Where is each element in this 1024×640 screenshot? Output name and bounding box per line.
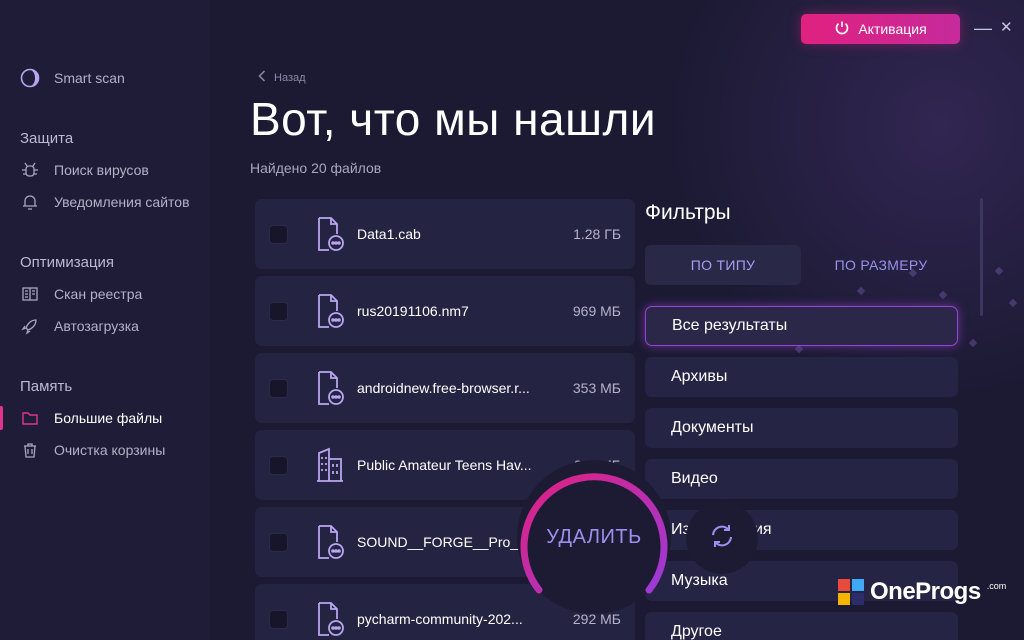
tab-by-size[interactable]: ПО РАЗМЕРУ: [803, 245, 959, 285]
trash-icon: [20, 440, 40, 460]
delete-ring: [520, 473, 668, 594]
file-row[interactable]: rus20191106.nm7 969 МБ: [255, 276, 635, 346]
file-size: 353 МБ: [572, 380, 621, 396]
sidebar-item-label: Очистка корзины: [54, 442, 166, 458]
sidebar-item-registry-scan[interactable]: Скан реестра: [20, 282, 142, 306]
section-title-protection: Защита: [20, 130, 74, 147]
page-title: Вот, что мы нашли: [250, 93, 657, 145]
filter-video[interactable]: Видео: [645, 459, 958, 499]
smart-scan-icon: [20, 68, 40, 88]
file-name: Data1.cab: [357, 226, 421, 242]
refresh-icon: [709, 523, 735, 554]
registry-icon: [20, 284, 40, 304]
chevron-left-icon: [258, 70, 266, 85]
filter-other[interactable]: Другое: [645, 612, 958, 640]
filters-scrollbar[interactable]: [980, 198, 983, 316]
file-checkbox[interactable]: [269, 609, 288, 629]
file-checkbox[interactable]: [269, 378, 288, 398]
sidebar-item-label: Уведомления сайтов: [54, 194, 190, 210]
file-icon: [313, 215, 347, 253]
section-title-optimization: Оптимизация: [20, 254, 115, 271]
sidebar-item-large-files[interactable]: Большие файлы: [20, 406, 162, 430]
minimize-button[interactable]: —: [974, 18, 992, 38]
filter-documents[interactable]: Документы: [645, 408, 958, 448]
back-button[interactable]: Назад: [258, 70, 306, 85]
power-icon: [834, 20, 850, 39]
files-found-count: Найдено 20 файлов: [250, 160, 382, 176]
activate-button[interactable]: Активация: [801, 14, 960, 44]
watermark: OneProgs .com: [838, 578, 1006, 606]
refresh-button[interactable]: [686, 502, 758, 574]
sidebar-item-label: Автозагрузка: [54, 318, 139, 334]
building-icon: [313, 446, 347, 484]
active-indicator: [0, 406, 3, 430]
file-name: rus20191106.nm7: [357, 303, 469, 319]
sidebar-item-label: Скан реестра: [54, 286, 143, 302]
sidebar-item-label: Большие файлы: [54, 410, 163, 426]
sidebar-item-site-notifications[interactable]: Уведомления сайтов: [20, 190, 190, 214]
file-icon: [313, 523, 347, 561]
file-checkbox[interactable]: [269, 224, 288, 244]
filter-archives[interactable]: Архивы: [645, 357, 958, 397]
file-icon: [313, 292, 347, 330]
sidebar-item-empty-trash[interactable]: Очистка корзины: [20, 438, 165, 462]
file-row[interactable]: androidnew.free-browser.r... 353 МБ: [255, 353, 635, 423]
filters-title: Фильтры: [645, 201, 731, 224]
sidebar-item-smart-scan[interactable]: Smart scan: [20, 66, 125, 90]
file-checkbox[interactable]: [269, 301, 288, 321]
sidebar-item-label: Поиск вирусов: [54, 162, 149, 178]
file-icon: [313, 369, 347, 407]
delete-button[interactable]: УДАЛИТЬ: [517, 460, 671, 614]
rocket-icon: [20, 316, 40, 336]
watermark-text: OneProgs: [870, 578, 981, 605]
file-checkbox[interactable]: [269, 532, 288, 552]
close-button[interactable]: ✕: [1000, 18, 1013, 38]
file-row[interactable]: Data1.cab 1.28 ГБ: [255, 199, 635, 269]
bug-icon: [20, 160, 40, 180]
filter-all-results[interactable]: Все результаты: [645, 306, 958, 346]
sidebar-item-virus-scan[interactable]: Поиск вирусов: [20, 158, 149, 182]
file-icon: [313, 600, 347, 638]
tab-by-type[interactable]: ПО ТИПУ: [645, 245, 801, 285]
bell-icon: [20, 192, 40, 212]
sidebar-item-label: Smart scan: [54, 70, 125, 86]
back-label: Назад: [274, 71, 306, 84]
watermark-suffix: .com: [986, 581, 1007, 591]
oneprogs-logo: [838, 579, 864, 605]
file-checkbox[interactable]: [269, 455, 288, 475]
file-size: 969 МБ: [572, 303, 621, 319]
folder-icon: [20, 408, 40, 428]
file-name: androidnew.free-browser.r...: [357, 380, 530, 396]
file-size: 1.28 ГБ: [573, 226, 621, 242]
main-panel: Активация — ✕ Назад Вот, что мы нашли На…: [210, 0, 1024, 640]
sidebar-item-autostart[interactable]: Автозагрузка: [20, 314, 139, 338]
section-title-memory: Память: [20, 378, 73, 395]
activate-label: Активация: [858, 21, 927, 37]
sidebar: Smart scan Защита Поиск вирусов Уведомле…: [0, 0, 210, 640]
